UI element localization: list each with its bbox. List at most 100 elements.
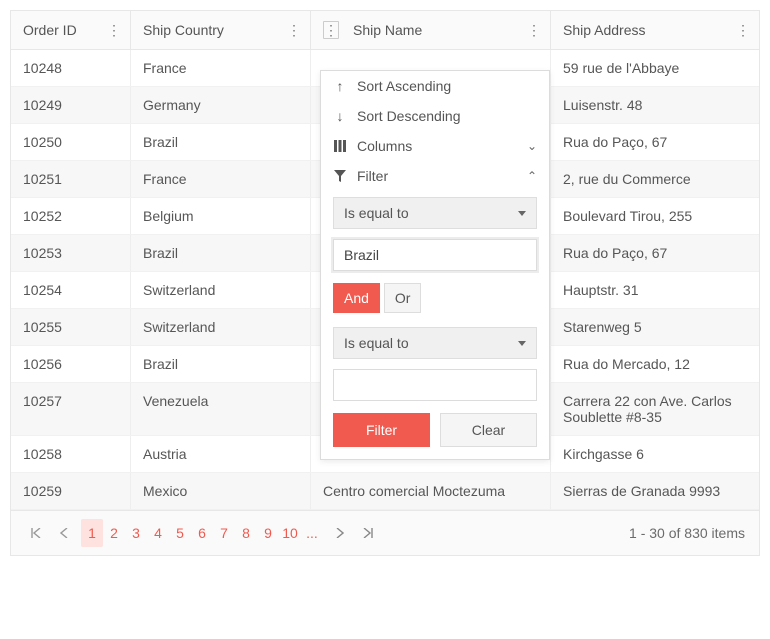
logic-or-button[interactable]: Or xyxy=(384,283,422,313)
pager-last-icon[interactable] xyxy=(357,519,379,547)
cell-ship-country: Venezuela xyxy=(131,383,311,435)
header-row: Order ID ⋮ Ship Country ⋮ ⋮ Ship Name ⋮ … xyxy=(11,11,759,50)
filter-operator-2[interactable]: Is equal to xyxy=(333,327,537,359)
cell-ship-address: Boulevard Tirou, 255 xyxy=(551,198,759,234)
cell-order-id: 10256 xyxy=(11,346,131,382)
column-menu-icon[interactable]: ⋮ xyxy=(106,21,122,39)
filter-body: Is equal to And Or Is equal to xyxy=(321,191,549,413)
columns-item[interactable]: Columns ⌄ xyxy=(321,131,549,161)
cell-ship-address: 59 rue de l'Abbaye xyxy=(551,50,759,86)
select-value: Is equal to xyxy=(344,205,409,221)
column-menu-icon[interactable]: ⋮ xyxy=(526,21,542,39)
header-ship-country[interactable]: Ship Country ⋮ xyxy=(131,11,311,49)
cell-ship-country: Germany xyxy=(131,87,311,123)
cell-ship-address: 2, rue du Commerce xyxy=(551,161,759,197)
cell-order-id: 10258 xyxy=(11,436,131,472)
header-label: Order ID xyxy=(23,22,77,38)
pager-page[interactable]: 3 xyxy=(125,519,147,547)
cell-order-id: 10252 xyxy=(11,198,131,234)
cell-order-id: 10253 xyxy=(11,235,131,271)
cell-ship-country: Brazil xyxy=(131,235,311,271)
cell-ship-country: Belgium xyxy=(131,198,311,234)
menu-label: Sort Ascending xyxy=(357,78,451,94)
column-menu-icon-active[interactable]: ⋮ xyxy=(323,21,339,39)
logic-and-button[interactable]: And xyxy=(333,283,380,313)
pager-page[interactable]: 7 xyxy=(213,519,235,547)
cell-ship-address: Luisenstr. 48 xyxy=(551,87,759,123)
cell-ship-address: Rua do Mercado, 12 xyxy=(551,346,759,382)
cell-ship-address: Sierras de Granada 9993 xyxy=(551,473,759,509)
arrow-down-icon: ↓ xyxy=(333,108,347,124)
pager-controls: 12345678910... xyxy=(25,519,379,547)
pager-prev-icon[interactable] xyxy=(53,519,75,547)
header-label: Ship Name xyxy=(353,22,422,38)
sort-descending-item[interactable]: ↓ Sort Descending xyxy=(321,101,549,131)
menu-label: Filter xyxy=(357,168,388,184)
pager-page[interactable]: 4 xyxy=(147,519,169,547)
filter-button[interactable]: Filter xyxy=(333,413,430,447)
cell-ship-address: Starenweg 5 xyxy=(551,309,759,345)
pager-page[interactable]: 6 xyxy=(191,519,213,547)
pager-ellipsis: ... xyxy=(301,519,323,547)
caret-down-icon xyxy=(518,211,526,216)
cell-ship-country: France xyxy=(131,50,311,86)
cell-ship-country: Brazil xyxy=(131,124,311,160)
filter-value-2[interactable] xyxy=(333,369,537,401)
cell-ship-country: Switzerland xyxy=(131,272,311,308)
filter-value-1[interactable] xyxy=(333,239,537,271)
filter-logic-group: And Or xyxy=(333,283,537,313)
columns-icon xyxy=(333,140,347,152)
pager-next-icon[interactable] xyxy=(329,519,351,547)
header-label: Ship Address xyxy=(563,22,646,38)
cell-order-id: 10249 xyxy=(11,87,131,123)
pager-page[interactable]: 1 xyxy=(81,519,103,547)
cell-order-id: 10259 xyxy=(11,473,131,509)
pager-first-icon[interactable] xyxy=(25,519,47,547)
menu-label: Sort Descending xyxy=(357,108,461,124)
column-menu-dropdown: ↑ Sort Ascending ↓ Sort Descending Colum… xyxy=(320,70,550,460)
arrow-up-icon: ↑ xyxy=(333,78,347,94)
filter-icon xyxy=(333,170,347,182)
cell-ship-name: Centro comercial Moctezuma xyxy=(311,473,551,509)
cell-order-id: 10257 xyxy=(11,383,131,435)
table-row[interactable]: 10259MexicoCentro comercial MoctezumaSie… xyxy=(11,473,759,510)
cell-order-id: 10255 xyxy=(11,309,131,345)
pager-page[interactable]: 10 xyxy=(279,519,301,547)
column-menu-icon[interactable]: ⋮ xyxy=(286,21,302,39)
header-order-id[interactable]: Order ID ⋮ xyxy=(11,11,131,49)
pager-page[interactable]: 9 xyxy=(257,519,279,547)
header-ship-address[interactable]: Ship Address ⋮ xyxy=(551,11,759,49)
cell-order-id: 10248 xyxy=(11,50,131,86)
cell-ship-address: Carrera 22 con Ave. Carlos Soublette #8-… xyxy=(551,383,759,435)
cell-ship-address: Rua do Paço, 67 xyxy=(551,124,759,160)
cell-ship-country: France xyxy=(131,161,311,197)
pager-page[interactable]: 8 xyxy=(235,519,257,547)
select-value: Is equal to xyxy=(344,335,409,351)
pager: 12345678910... 1 - 30 of 830 items xyxy=(11,510,759,555)
filter-item[interactable]: Filter ⌃ xyxy=(321,161,549,191)
menu-label: Columns xyxy=(357,138,412,154)
cell-ship-address: Hauptstr. 31 xyxy=(551,272,759,308)
cell-order-id: 10251 xyxy=(11,161,131,197)
sort-ascending-item[interactable]: ↑ Sort Ascending xyxy=(321,71,549,101)
cell-ship-country: Brazil xyxy=(131,346,311,382)
column-menu-icon[interactable]: ⋮ xyxy=(735,21,751,39)
pager-page[interactable]: 2 xyxy=(103,519,125,547)
pager-page[interactable]: 5 xyxy=(169,519,191,547)
header-ship-name[interactable]: ⋮ Ship Name ⋮ xyxy=(311,11,551,49)
cell-ship-address: Rua do Paço, 67 xyxy=(551,235,759,271)
cell-ship-country: Switzerland xyxy=(131,309,311,345)
cell-order-id: 10254 xyxy=(11,272,131,308)
chevron-down-icon: ⌄ xyxy=(527,139,537,153)
cell-order-id: 10250 xyxy=(11,124,131,160)
clear-button[interactable]: Clear xyxy=(440,413,537,447)
pager-info: 1 - 30 of 830 items xyxy=(629,525,745,541)
header-label: Ship Country xyxy=(143,22,224,38)
chevron-up-icon: ⌃ xyxy=(527,169,537,183)
filter-actions: Filter Clear xyxy=(321,413,549,447)
caret-down-icon xyxy=(518,341,526,346)
filter-operator-1[interactable]: Is equal to xyxy=(333,197,537,229)
cell-ship-address: Kirchgasse 6 xyxy=(551,436,759,472)
cell-ship-country: Austria xyxy=(131,436,311,472)
cell-ship-country: Mexico xyxy=(131,473,311,509)
